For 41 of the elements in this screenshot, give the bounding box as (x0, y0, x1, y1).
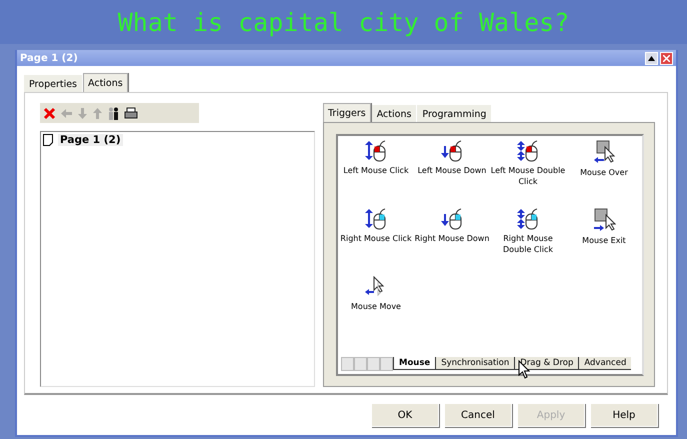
mouse-double-click-icon (516, 208, 540, 230)
trigger-label[interactable]: Right Mouse Click (340, 233, 412, 244)
dialog-button[interactable]: Cancel (444, 403, 512, 427)
trigger-label[interactable]: Left Mouse Down (418, 165, 486, 176)
trigger-label[interactable]: Left Mouse Double Click (490, 165, 566, 187)
mouse-down-icon (440, 140, 464, 162)
tab[interactable]: Actions (83, 73, 128, 92)
printer-icon[interactable] (124, 106, 138, 120)
tab[interactable]: Actions (372, 105, 416, 122)
trigger-label[interactable]: Mouse Exit (582, 235, 626, 246)
mouse-click-icon (364, 140, 388, 162)
people-icon[interactable] (107, 106, 120, 120)
category-tab[interactable]: Advanced (578, 357, 632, 370)
next-page-icon[interactable] (367, 357, 380, 371)
question-text: What is capital city of Wales? (118, 8, 570, 36)
first-page-icon[interactable] (341, 357, 354, 371)
trigger-label[interactable]: Left Mouse Click (343, 165, 409, 176)
minimize-icon[interactable] (645, 52, 658, 64)
trigger-label[interactable]: Mouse Over (580, 167, 628, 178)
tab[interactable]: Properties (24, 75, 82, 92)
mouse-double-click-icon (516, 140, 540, 162)
last-page-icon[interactable] (380, 357, 393, 371)
trigger-label[interactable]: Mouse Move (351, 301, 401, 312)
trigger-label[interactable]: Right Mouse Down (414, 233, 490, 244)
mouse-click-icon (364, 208, 388, 230)
mouse-over-icon (592, 140, 616, 164)
delete-icon[interactable] (43, 106, 56, 120)
window-title: Page 1 (2) (20, 52, 78, 64)
category-tab[interactable]: Synchronisation (435, 357, 514, 370)
page-icon (43, 134, 53, 146)
mouse-down-icon (440, 208, 464, 230)
trigger-label[interactable]: Right Mouse Double Click (490, 233, 566, 255)
tree-item[interactable]: Page 1 (2) (58, 134, 123, 146)
dialog-button[interactable]: OK (371, 403, 439, 427)
previous-page-icon[interactable] (354, 357, 367, 371)
category-tab[interactable]: Mouse (393, 357, 436, 370)
mouse-exit-icon (592, 208, 616, 232)
dialog-button[interactable]: Help (590, 403, 658, 427)
close-icon[interactable] (660, 52, 673, 64)
tab[interactable]: Programming (417, 105, 492, 122)
tab[interactable]: Triggers (323, 103, 371, 122)
